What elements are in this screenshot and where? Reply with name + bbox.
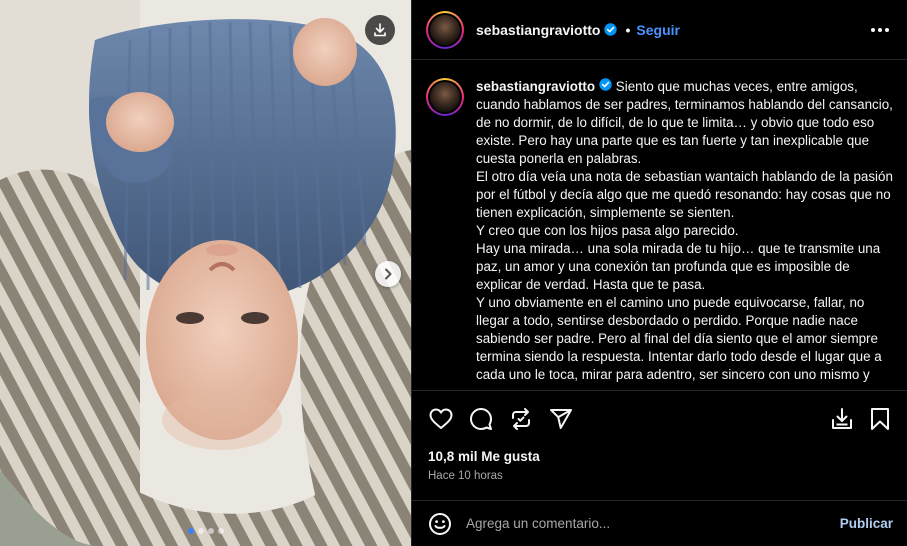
caption-paragraph: Y creo que con los hijos pasa algo parec… — [476, 223, 739, 238]
comment-input[interactable] — [466, 516, 840, 531]
comment-button[interactable] — [468, 406, 494, 432]
verified-badge-icon — [599, 78, 612, 91]
action-bar-right — [817, 406, 893, 432]
header-user: sebastiangraviotto • Seguir — [476, 22, 680, 38]
verified-badge-icon — [604, 23, 618, 36]
post-media[interactable] — [0, 0, 411, 546]
likes-count[interactable]: 10,8 mil Me gusta — [428, 449, 540, 464]
caption-paragraph: El otro día veía una nota de sebastian w… — [476, 169, 893, 220]
like-button[interactable] — [428, 406, 454, 432]
repost-button[interactable] — [508, 406, 534, 432]
download-icon — [374, 23, 386, 37]
post-modal: sebastiangraviotto • Seguir sebastiangra… — [0, 0, 907, 546]
carousel-next-button[interactable] — [375, 261, 401, 287]
post-timestamp[interactable]: Hace 10 horas — [428, 470, 503, 482]
save-to-device-icon — [832, 407, 852, 429]
username-link[interactable]: sebastiangraviotto — [476, 22, 600, 38]
send-icon — [550, 408, 572, 429]
bookmark-icon — [871, 407, 889, 430]
avatar[interactable] — [426, 10, 464, 49]
comment-bar: Publicar — [412, 500, 907, 546]
caption-username[interactable]: sebastiangraviotto — [476, 79, 595, 94]
bookmark-button[interactable] — [867, 406, 893, 432]
caption-paragraph: sebastiangraviotto Siento que muchas vec… — [476, 78, 893, 166]
download-button[interactable] — [365, 15, 395, 45]
baby-photo — [0, 0, 411, 546]
repost-icon — [512, 407, 530, 430]
caption: sebastiangraviotto Siento que muchas vec… — [412, 60, 907, 390]
publish-button[interactable]: Publicar — [840, 516, 893, 531]
carousel-dot — [207, 528, 214, 534]
carousel-dot — [187, 528, 194, 534]
carousel-indicator — [0, 528, 411, 534]
heart-icon — [429, 408, 453, 429]
follow-button[interactable]: Seguir — [636, 22, 680, 38]
caption-paragraph: Hay una mirada… una sola mirada de tu hi… — [476, 241, 881, 292]
save-to-device-button[interactable] — [829, 406, 855, 432]
post-header: sebastiangraviotto • Seguir — [412, 0, 907, 60]
carousel-dot — [197, 528, 204, 534]
separator-dot: • — [625, 21, 631, 38]
chevron-right-icon — [385, 268, 392, 280]
carousel-dot — [217, 528, 224, 534]
caption-text: sebastiangraviotto Siento que muchas vec… — [476, 78, 893, 390]
more-options-icon[interactable] — [867, 22, 893, 38]
caption-paragraph: Y uno obviamente en el camino uno puede … — [476, 295, 882, 382]
caption-avatar[interactable] — [426, 78, 464, 116]
emoji-icon[interactable] — [428, 512, 452, 536]
action-bar — [412, 390, 907, 446]
post-panel: sebastiangraviotto • Seguir sebastiangra… — [411, 0, 907, 546]
share-button[interactable] — [548, 406, 574, 432]
comment-icon — [470, 407, 492, 430]
